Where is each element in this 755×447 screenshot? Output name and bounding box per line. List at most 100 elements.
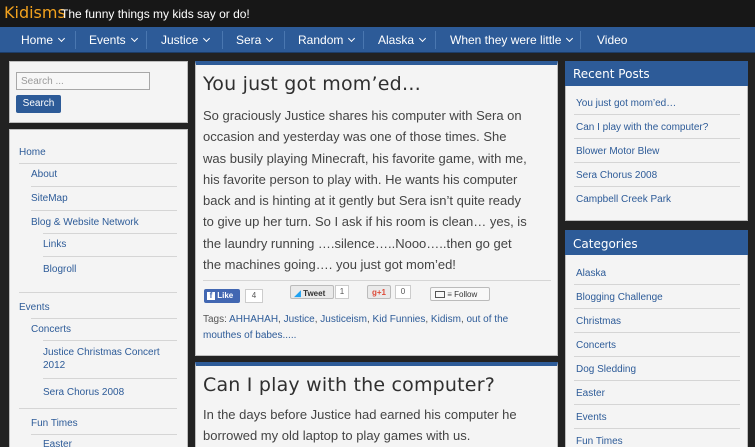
tag-link[interactable]: Kidism [431, 314, 461, 325]
menu-divider [31, 186, 177, 187]
tag-link[interactable]: AHHAHAH [229, 314, 278, 325]
menu-item-sera-chorus[interactable]: Sera Chorus 2008 [43, 386, 124, 399]
nav-video[interactable]: Video [597, 27, 627, 53]
site-tagline: The funny things my kids say or do! [61, 7, 250, 21]
post-title[interactable]: Can I play with the computer? [203, 373, 495, 397]
post-title[interactable]: You just got mom’ed… [203, 72, 421, 96]
nav-alaska[interactable]: Alaska [378, 27, 427, 53]
category-link[interactable]: Dog Sledding [576, 363, 636, 376]
menu-item-about[interactable]: About [31, 168, 57, 181]
menu-divider [43, 378, 177, 379]
recent-post-link[interactable]: Can I play with the computer? [576, 121, 708, 134]
main-nav: Home Events Justice Sera Random Alaska W… [0, 27, 755, 53]
category-link[interactable]: Concerts [576, 339, 616, 352]
nav-divider [146, 31, 147, 49]
recent-post-link[interactable]: Sera Chorus 2008 [576, 169, 657, 182]
email-icon [435, 291, 445, 299]
site-title[interactable]: Kidisms [4, 3, 66, 23]
chevron-down-icon [57, 34, 66, 43]
menu-divider [19, 163, 177, 164]
recent-post-link[interactable]: Campbell Creek Park [576, 193, 671, 206]
category-link[interactable]: Alaska [576, 267, 606, 280]
facebook-icon: f [207, 291, 215, 300]
gplus-button[interactable]: g+1 [367, 285, 391, 299]
menu-divider [31, 318, 177, 319]
nav-sera[interactable]: Sera [236, 27, 274, 53]
category-link[interactable]: Easter [576, 387, 605, 400]
category-link[interactable]: Christmas [576, 315, 621, 328]
nav-divider [284, 31, 285, 49]
search-button[interactable]: Search [16, 95, 61, 113]
recent-posts-heading: Recent Posts [573, 67, 650, 81]
menu-item-easter[interactable]: Easter [43, 438, 72, 447]
tweet-label: Tweet [303, 289, 326, 298]
post-body-line: borrowed my old laptop to play games wit… [203, 428, 471, 444]
chevron-down-icon [566, 34, 574, 43]
chevron-down-icon [203, 34, 211, 43]
menu-item-links[interactable]: Links [43, 238, 66, 251]
category-link[interactable]: Blogging Challenge [576, 291, 663, 304]
post-body: So graciously Justice shares his compute… [203, 105, 527, 275]
menu-item-fun-times[interactable]: Fun Times [31, 417, 78, 430]
list-divider [574, 428, 740, 429]
menu-divider [43, 340, 177, 341]
gplus-label: +1 [376, 288, 386, 297]
menu-divider [31, 434, 177, 435]
tag-link[interactable]: Justiceism [320, 314, 367, 325]
tags-label: Tags: [203, 314, 227, 325]
chevron-down-icon [266, 34, 274, 43]
menu-divider [19, 408, 177, 409]
tweet-button[interactable]: ◢ Tweet [290, 285, 334, 299]
menu-item-events[interactable]: Events [19, 301, 50, 314]
post-body-line: was busily playing Minecraft, his favori… [203, 150, 527, 166]
follow-label: Follow [454, 290, 478, 299]
category-link[interactable]: Fun Times [576, 435, 623, 447]
nav-divider [363, 31, 364, 49]
nav-divider [75, 31, 76, 49]
nav-home[interactable]: Home [21, 27, 66, 53]
recent-post-link[interactable]: Blower Motor Blew [576, 145, 659, 158]
categories-heading: Categories [573, 237, 638, 251]
list-divider [574, 162, 740, 163]
follow-button[interactable]: ≡ Follow [430, 287, 490, 301]
share-divider [203, 280, 551, 281]
menu-item-blogroll[interactable]: Blogroll [43, 263, 76, 276]
tag-link[interactable]: Kid Funnies [373, 314, 426, 325]
list-divider [574, 186, 740, 187]
post-body-line: his favorite person to play with. He wan… [203, 171, 518, 187]
nav-events[interactable]: Events [89, 27, 138, 53]
nav-when-they-were-little[interactable]: When they were little [450, 27, 574, 53]
like-count: 4 [245, 289, 263, 303]
list-divider [574, 356, 740, 357]
menu-divider [19, 292, 177, 293]
gplus-count: 0 [395, 285, 411, 299]
menu-item-sitemap[interactable]: SiteMap [31, 192, 68, 205]
nav-justice[interactable]: Justice [161, 27, 211, 53]
search-input[interactable] [16, 72, 150, 90]
list-divider [574, 138, 740, 139]
search-widget [9, 61, 188, 123]
tag-link[interactable]: Justice [284, 314, 315, 325]
recent-post-link[interactable]: You just got mom’ed… [576, 97, 676, 110]
facebook-like-button[interactable]: f Like [204, 289, 240, 303]
category-link[interactable]: Events [576, 411, 607, 424]
rss-icon: ≡ [447, 290, 452, 299]
site-header: Kidisms The funny things my kids say or … [0, 0, 755, 27]
nav-random[interactable]: Random [298, 27, 356, 53]
menu-item-justice-christmas-concert[interactable]: Justice Christmas Concert 2012 [43, 346, 173, 372]
menu-item-home[interactable]: Home [19, 146, 46, 159]
post-body: In the days before Justice had earned hi… [203, 404, 517, 447]
nav-divider [435, 31, 436, 49]
post-body-line: So graciously Justice shares his compute… [203, 108, 522, 123]
menu-divider [31, 210, 177, 211]
post-tags: Tags: AHHAHAH, Justice, Justiceism, Kid … [203, 314, 509, 341]
menu-item-blog-network[interactable]: Blog & Website Network [31, 216, 139, 229]
chevron-down-icon [130, 34, 138, 43]
list-divider [574, 332, 740, 333]
menu-divider [43, 233, 177, 234]
list-divider [574, 284, 740, 285]
post-body-line: occasion and yesterday was one of those … [203, 129, 507, 145]
list-divider [574, 114, 740, 115]
menu-item-concerts[interactable]: Concerts [31, 323, 71, 336]
tweet-count: 1 [335, 285, 349, 299]
